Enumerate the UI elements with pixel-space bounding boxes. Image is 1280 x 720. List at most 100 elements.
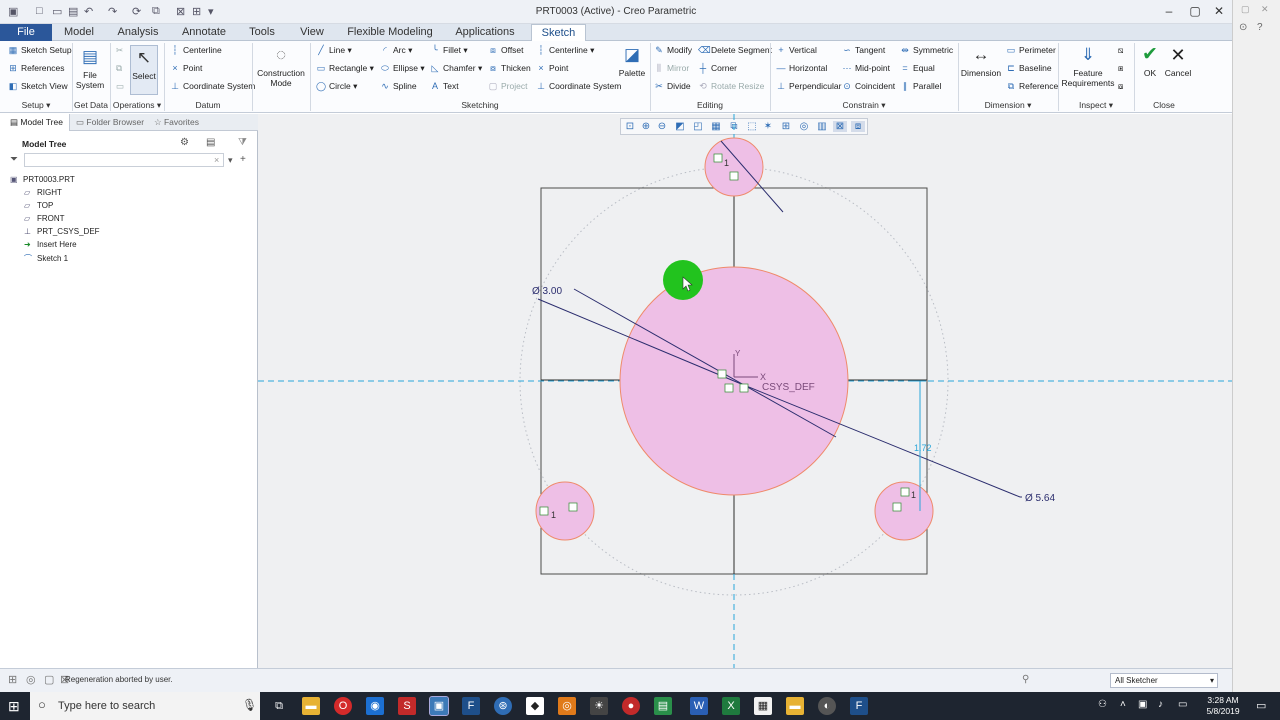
- sketch-point-button[interactable]: × Point: [536, 63, 568, 73]
- tangent-constraint-marker[interactable]: [892, 502, 902, 512]
- tab-annotate[interactable]: Annotate: [174, 24, 234, 41]
- thicken-button[interactable]: ⧇ Thicken: [488, 63, 531, 74]
- help-icon[interactable]: ⊙: [1239, 22, 1247, 33]
- graphics-window[interactable]: ⊡ ⊕ ⊖ ◩ ◰ ▦ ⧉ ⬚ ✶ ⊞ ◎ ▥ ⊠ ⧈: [258, 114, 1232, 668]
- modify-button[interactable]: ✎ Modify: [654, 45, 692, 56]
- windows-start-icon[interactable]: ⊞: [8, 698, 20, 715]
- vertical-constraint-marker[interactable]: [717, 369, 727, 379]
- close-icon[interactable]: ✕: [1211, 4, 1227, 18]
- inspect-group-label[interactable]: Inspect ▾: [1058, 100, 1134, 111]
- tree-item-csys[interactable]: ⊥ PRT_CSYS_DEF: [24, 227, 100, 236]
- opera-icon[interactable]: O: [334, 697, 352, 715]
- equal-constraint-marker[interactable]: [539, 506, 549, 516]
- tab-view[interactable]: View: [290, 24, 334, 41]
- people-icon[interactable]: ⚇: [1098, 699, 1107, 710]
- microphone-icon[interactable]: 🎙: [242, 698, 257, 712]
- datum-centerline-button[interactable]: ┆ Centerline: [170, 45, 221, 56]
- delete-segment-button[interactable]: ⌫Delete Segment: [698, 45, 772, 56]
- file-explorer-icon[interactable]: ▬: [302, 697, 320, 715]
- help-icon[interactable]: ?: [1257, 22, 1263, 33]
- full-screen-icon[interactable]: ▢: [44, 673, 54, 686]
- tree-item-right[interactable]: ▱ RIGHT: [24, 188, 62, 197]
- app-icon[interactable]: ◐: [818, 697, 836, 715]
- app-icon[interactable]: ⊛: [494, 697, 512, 715]
- toggle-browser-icon[interactable]: ◎: [26, 673, 36, 686]
- arc-button[interactable]: ◜ Arc ▾: [380, 45, 412, 56]
- excel-icon[interactable]: X: [722, 697, 740, 715]
- cut-icon[interactable]: ✂: [116, 45, 123, 56]
- paste-icon[interactable]: ▭: [116, 81, 124, 92]
- perimeter-button[interactable]: ▭ Perimeter: [1006, 45, 1056, 56]
- sketch-coordinate-system-button[interactable]: ⊥ Coordinate System: [536, 81, 621, 92]
- fillet-button[interactable]: ╰ Fillet ▾: [430, 45, 467, 56]
- creo-icon[interactable]: ▣: [429, 696, 449, 716]
- tab-tools[interactable]: Tools: [240, 24, 284, 41]
- calculator-icon[interactable]: ▦: [754, 697, 772, 715]
- app-icon[interactable]: ▬: [786, 697, 804, 715]
- close-icon[interactable]: ✕: [1261, 4, 1269, 15]
- select-button[interactable]: ↖ Select: [130, 45, 158, 95]
- coincident-constraint-marker[interactable]: [739, 383, 749, 393]
- rectangle-button[interactable]: ▭ Rectangle ▾: [316, 63, 374, 74]
- copy-icon[interactable]: ⧉: [116, 63, 122, 74]
- tab-file[interactable]: File: [0, 24, 52, 41]
- restore-icon[interactable]: ▢: [1241, 4, 1250, 15]
- divide-button[interactable]: ✂ Divide: [654, 81, 690, 92]
- tree-columns-icon[interactable]: ▤: [206, 137, 215, 148]
- equal-constraint-marker[interactable]: [900, 487, 910, 497]
- palette-button[interactable]: ◪ Palette: [618, 45, 646, 78]
- symmetric-constraint-button[interactable]: ⇹ Symmetric: [900, 45, 953, 56]
- clear-icon[interactable]: ×: [214, 155, 219, 165]
- equal-constraint-button[interactable]: = Equal: [900, 63, 934, 73]
- tangent-constraint-button[interactable]: ∽ Tangent: [842, 45, 885, 56]
- search-input[interactable]: [24, 153, 224, 167]
- task-view-icon[interactable]: ⧉: [270, 697, 288, 715]
- maximize-icon[interactable]: ▢: [1187, 4, 1203, 18]
- sketch-setup-button[interactable]: ▦ Sketch Setup: [8, 45, 72, 56]
- inspect-tool-1-icon[interactable]: ⧅: [1118, 45, 1123, 56]
- text-button[interactable]: A Text: [430, 81, 459, 91]
- tab-flexible-modeling[interactable]: Flexible Modeling: [340, 24, 440, 41]
- tree-filter-icon[interactable]: ⧩: [238, 137, 247, 148]
- funnel-icon[interactable]: ⏷: [10, 154, 18, 165]
- tab-analysis[interactable]: Analysis: [110, 24, 166, 41]
- feature-requirements-button[interactable]: ⇓ Feature Requirements: [1060, 45, 1116, 88]
- dimension-diameter-small[interactable]: Ø 3.00: [532, 286, 562, 297]
- sketch-canvas[interactable]: Ø 3.00 Ø 5.64 1.72 CSYS_DEF X Y 1 1 1: [258, 114, 1232, 668]
- selection-filter[interactable]: All Sketcher ▾: [1110, 673, 1218, 688]
- tab-favorites[interactable]: ☆ Favorites: [152, 114, 212, 131]
- volume-icon[interactable]: ♪: [1158, 699, 1163, 710]
- tree-item-top[interactable]: ▱ TOP: [24, 201, 53, 210]
- setup-group-label[interactable]: Setup ▾: [0, 100, 72, 111]
- app-icon[interactable]: ●: [622, 697, 640, 715]
- rotate-resize-button[interactable]: ⟲ Rotate Resize: [698, 81, 764, 92]
- ok-button[interactable]: ✔ OK: [1138, 45, 1162, 79]
- tab-model[interactable]: Model: [56, 24, 102, 41]
- coincident-constraint-button[interactable]: ⊙ Coincident: [842, 81, 895, 92]
- mirror-button[interactable]: ⫼ Mirror: [654, 63, 689, 74]
- dimension-group-label[interactable]: Dimension ▾: [958, 100, 1058, 111]
- app-icon[interactable]: ◆: [526, 697, 544, 715]
- find-icon[interactable]: ⚲: [1022, 674, 1029, 685]
- horizontal-constraint-button[interactable]: — Horizontal: [776, 63, 828, 73]
- line-button[interactable]: ╱ Line ▾: [316, 45, 351, 56]
- tree-item-insert-here[interactable]: ➜ Insert Here: [24, 240, 77, 249]
- chevron-down-icon[interactable]: ▾: [228, 155, 233, 166]
- file-system-button[interactable]: ▤ File System: [74, 47, 106, 90]
- tangent-constraint-marker[interactable]: [729, 171, 739, 181]
- tab-model-tree[interactable]: ▤ Model Tree: [0, 114, 70, 131]
- circle-button[interactable]: ◯ Circle ▾: [316, 81, 357, 92]
- app-icon[interactable]: ▤: [654, 697, 672, 715]
- tree-settings-icon[interactable]: ⚙: [180, 137, 189, 148]
- dimension-button[interactable]: ↔ Dimension: [960, 45, 1002, 78]
- sketch-centerline-button[interactable]: ┆ Centerline ▾: [536, 45, 594, 56]
- chevron-up-icon[interactable]: ˄: [1120, 699, 1126, 710]
- app-icon[interactable]: F: [850, 697, 868, 715]
- perpendicular-constraint-button[interactable]: ⊥ Perpendicular: [776, 81, 841, 92]
- app-icon[interactable]: F: [462, 697, 480, 715]
- network-icon[interactable]: ▣: [1138, 699, 1147, 710]
- add-icon[interactable]: +: [240, 154, 246, 165]
- sketch-view-button[interactable]: ◧ Sketch View: [8, 81, 68, 92]
- corner-button[interactable]: ┼ Corner: [698, 63, 737, 73]
- keyboard-icon[interactable]: ▭: [1178, 699, 1187, 710]
